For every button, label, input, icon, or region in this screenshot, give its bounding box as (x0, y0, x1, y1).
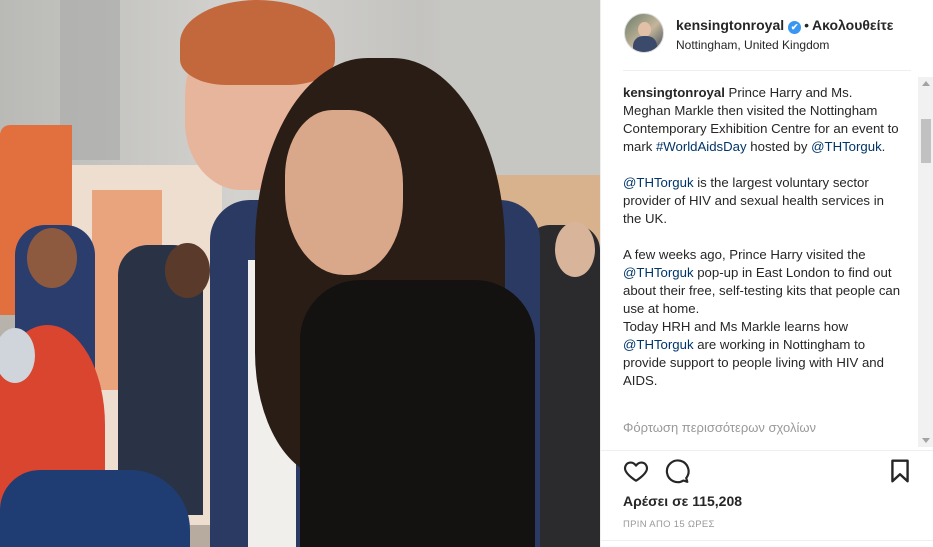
caption-paragraph-1: kensingtonroyal Prince Harry and Ms. Meg… (623, 84, 903, 156)
avatar-face (638, 22, 651, 37)
divider (623, 70, 911, 71)
avatar-torso (633, 36, 657, 52)
follow-button[interactable]: Ακολουθείτε (812, 17, 893, 33)
avatar[interactable] (624, 13, 664, 53)
caption-paragraph-4: Today HRH and Ms Markle learns how @THTo… (623, 318, 903, 390)
post-photo[interactable] (0, 0, 600, 547)
bookmark-icon[interactable] (887, 458, 913, 484)
caption-text: Today HRH and Ms Markle learns how (623, 319, 849, 334)
load-more-comments-button[interactable]: Φόρτωση περισσότερων σχολίων (623, 420, 816, 435)
divider (601, 450, 933, 451)
mention-link[interactable]: @THTorguk (811, 139, 882, 154)
scrollbar-thumb[interactable] (921, 119, 931, 163)
caption-text: hosted by (746, 139, 812, 154)
verified-badge-icon: ✔ (788, 21, 802, 34)
mention-link[interactable]: @THTorguk (623, 337, 694, 352)
photo-person-meghan-face (285, 110, 403, 275)
photo-child-coat (0, 470, 190, 547)
caption-area: kensingtonroyal Prince Harry and Ms. Meg… (623, 84, 903, 439)
location-link[interactable]: Nottingham, United Kingdom (676, 38, 829, 52)
caption-paragraph-2: @THTorguk is the largest voluntary secto… (623, 174, 903, 228)
photo-person-man-right-head (555, 222, 595, 277)
photo-person-harry-hair (180, 0, 335, 85)
post-timestamp[interactable]: ΠΡΙΝ ΑΠΟ 15 ΩΡΕΣ (623, 519, 715, 530)
post-header: kensingtonroyal ✔ • Ακολουθείτε Nottingham,… (601, 0, 933, 70)
comment-icon[interactable] (664, 458, 690, 484)
header-username-row: kensingtonroyal ✔ • Ακολουθείτε (676, 17, 893, 34)
scroll-down-arrow-icon[interactable] (922, 438, 930, 443)
scroll-up-arrow-icon[interactable] (922, 81, 930, 86)
mention-link[interactable]: @THTorguk (623, 265, 694, 280)
caption-username[interactable]: kensingtonroyal (623, 85, 725, 100)
caption-text: . (881, 139, 886, 154)
likes-count[interactable]: Αρέσει σε 115,208 (623, 493, 742, 509)
photo-person-man-head (165, 243, 210, 298)
hashtag-link[interactable]: #WorldAidsDay (656, 139, 747, 154)
header-dot-separator: • (804, 17, 810, 33)
photo-person-meghan-body (300, 280, 535, 547)
comments-scrollbar[interactable] (918, 77, 933, 447)
mention-link[interactable]: @THTorguk (623, 175, 694, 190)
header-username[interactable]: kensingtonroyal (676, 17, 784, 33)
caption-paragraph-3: A few weeks ago, Prince Harry visited th… (623, 246, 903, 318)
action-bar (623, 458, 913, 484)
divider (601, 540, 933, 541)
heart-icon[interactable] (623, 458, 649, 484)
post-side-panel: kensingtonroyal ✔ • Ακολουθείτε Nottingham,… (600, 0, 933, 547)
caption-text: A few weeks ago, Prince Harry visited th… (623, 247, 866, 262)
photo-person-boy-head (27, 228, 77, 288)
